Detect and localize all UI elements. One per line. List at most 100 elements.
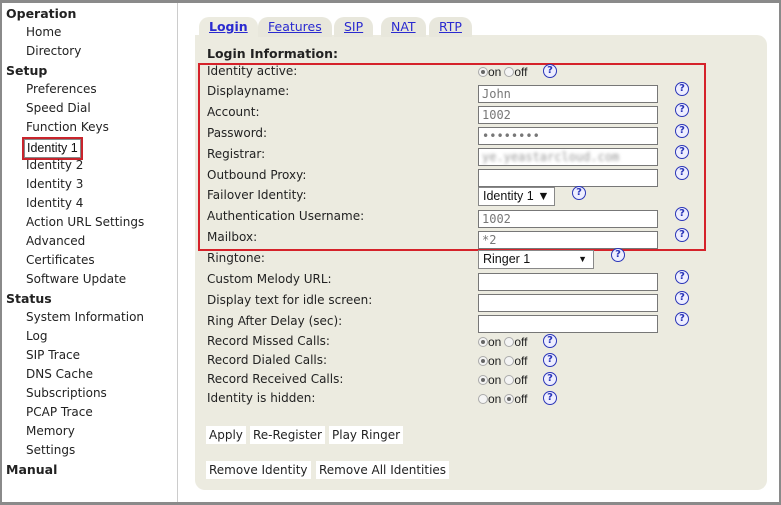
field-label: Identity active: (207, 64, 298, 78)
sidebar-item[interactable]: Action URL Settings (26, 215, 144, 229)
field-label: Registrar: (207, 147, 266, 161)
help-icon[interactable]: ? (543, 372, 557, 386)
input-value: ye.yeastarcloud.com (482, 150, 620, 164)
input-value: 1002 (482, 212, 511, 226)
field-label: Record Received Calls: (207, 372, 344, 386)
help-icon[interactable]: ? (675, 207, 689, 221)
radio-group: on off (478, 65, 527, 79)
help-icon[interactable]: ? (675, 145, 689, 159)
sidebar-item[interactable]: Function Keys (26, 120, 109, 134)
help-icon[interactable]: ? (675, 291, 689, 305)
sidebar-section-header: Manual (6, 462, 58, 477)
sidebar-item[interactable]: Memory (26, 424, 75, 438)
help-icon[interactable]: ? (675, 103, 689, 117)
sidebar-item[interactable]: Identity 4 (26, 196, 83, 210)
field-label: Display text for idle screen: (207, 293, 373, 307)
radio-group: on off (478, 392, 527, 406)
help-icon[interactable]: ? (675, 124, 689, 138)
play-ringer-button[interactable]: Play Ringer (329, 426, 404, 444)
field-label: Account: (207, 105, 260, 119)
sidebar-section-header: Setup (6, 63, 48, 78)
radio-off[interactable] (504, 356, 515, 366)
input-authentication-username[interactable]: 1002 (478, 210, 658, 228)
help-icon[interactable]: ? (572, 186, 586, 200)
input-outbound-proxy[interactable] (478, 169, 658, 187)
help-icon[interactable]: ? (675, 228, 689, 242)
chevron-down-icon: ▼ (578, 254, 587, 264)
input-value: *2 (482, 233, 497, 247)
help-icon[interactable]: ? (675, 82, 689, 96)
field-label: Outbound Proxy: (207, 168, 307, 182)
input-custom-melody-url[interactable] (478, 273, 658, 291)
sidebar: Operation Home Directory Setup Preferences Sp… (2, 3, 178, 502)
tab-rtp[interactable]: RTP (429, 17, 472, 37)
radio-on[interactable] (478, 375, 488, 385)
remove-all-identities-button[interactable]: Remove All Identities (316, 461, 450, 479)
radio-group: on off (478, 335, 527, 349)
help-icon[interactable]: ? (543, 64, 557, 78)
radio-on[interactable] (478, 67, 488, 77)
select-failover-identity[interactable]: Identity 1 ▼ (478, 187, 555, 206)
input-value: •••••••• (482, 129, 540, 143)
select-value: Ringer 1 (483, 252, 531, 266)
input-mailbox[interactable]: *2 (478, 231, 658, 249)
remove-identity-button[interactable]: Remove Identity (206, 461, 311, 479)
help-icon[interactable]: ? (543, 391, 557, 405)
help-icon[interactable]: ? (543, 353, 557, 367)
select-ringtone[interactable]: Ringer 1 ▼ (478, 250, 594, 269)
radio-off[interactable] (504, 337, 515, 347)
radio-on[interactable] (478, 356, 488, 366)
sidebar-item[interactable]: System Information (26, 310, 144, 324)
sidebar-section-header: Status (6, 291, 52, 306)
tab-features[interactable]: Features (258, 17, 332, 37)
input-value: 1002 (482, 108, 511, 122)
tab-login[interactable]: Login (199, 17, 258, 37)
help-icon[interactable]: ? (543, 334, 557, 348)
sidebar-item[interactable]: SIP Trace (26, 348, 80, 362)
radio-group: on off (478, 354, 527, 368)
help-icon[interactable]: ? (611, 248, 625, 262)
sidebar-item[interactable]: Software Update (26, 272, 126, 286)
tab-sip[interactable]: SIP (334, 17, 374, 37)
input-displayname[interactable]: John (478, 85, 658, 103)
sidebar-item[interactable]: DNS Cache (26, 367, 93, 381)
sidebar-item[interactable]: Identity 2 (26, 158, 83, 172)
sidebar-item[interactable]: Speed Dial (26, 101, 91, 115)
sidebar-item[interactable]: PCAP Trace (26, 405, 93, 419)
input-display-text-for-idle-screen[interactable] (478, 294, 658, 312)
help-icon[interactable]: ? (675, 270, 689, 284)
radio-on[interactable] (478, 337, 488, 347)
input-ring-after-delay-sec[interactable] (478, 315, 658, 333)
input-value: John (482, 87, 511, 101)
sidebar-item[interactable]: Identity 1 (22, 137, 83, 160)
re-register-button[interactable]: Re-Register (250, 426, 325, 444)
sidebar-item[interactable]: Advanced (26, 234, 85, 248)
tab-nat[interactable]: NAT (381, 17, 426, 37)
field-label: Identity is hidden: (207, 391, 316, 405)
radio-on-label: on (488, 373, 502, 387)
sidebar-item[interactable]: Settings (26, 443, 75, 457)
sidebar-item[interactable]: Certificates (26, 253, 95, 267)
radio-off[interactable] (504, 394, 515, 404)
field-label: Mailbox: (207, 230, 258, 244)
input-account[interactable]: 1002 (478, 106, 658, 124)
field-label: Password: (207, 126, 268, 140)
sidebar-item[interactable]: Directory (26, 44, 81, 58)
radio-on-label: on (488, 335, 502, 349)
sidebar-item[interactable]: Log (26, 329, 47, 343)
radio-off[interactable] (504, 375, 515, 385)
help-icon[interactable]: ? (675, 166, 689, 180)
radio-group: on off (478, 373, 527, 387)
input-password[interactable]: •••••••• (478, 127, 658, 145)
field-label: Custom Melody URL: (207, 272, 332, 286)
sidebar-item[interactable]: Subscriptions (26, 386, 107, 400)
sidebar-item[interactable]: Identity 3 (26, 177, 83, 191)
help-icon[interactable]: ? (675, 312, 689, 326)
apply-button[interactable]: Apply (206, 426, 246, 444)
radio-on-label: on (488, 354, 502, 368)
radio-off[interactable] (504, 67, 515, 77)
sidebar-item[interactable]: Preferences (26, 82, 97, 96)
input-registrar[interactable]: ye.yeastarcloud.com (478, 148, 658, 166)
sidebar-item[interactable]: Home (26, 25, 61, 39)
radio-on[interactable] (478, 394, 488, 404)
